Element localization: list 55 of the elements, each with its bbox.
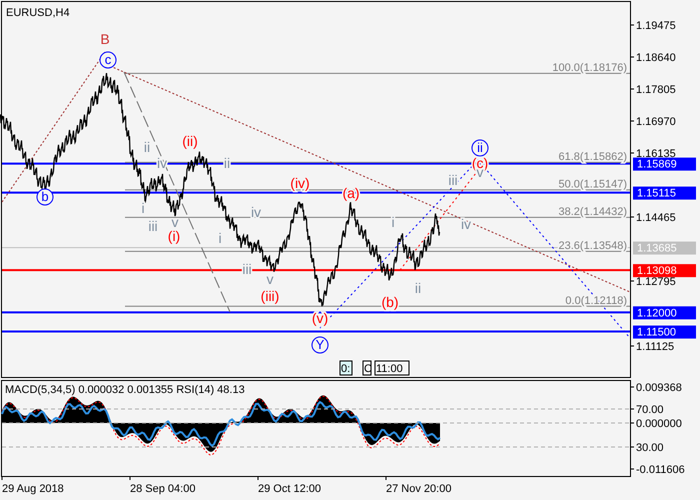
price-tag: 1.15115 xyxy=(633,186,696,200)
price-axis-label: 1.12795 xyxy=(636,276,676,288)
wave-label: (iv) xyxy=(290,175,310,191)
price-axis-label: 1.14465 xyxy=(636,212,676,224)
time-marker: 0: xyxy=(340,360,352,376)
price-axis-label: 1.18640 xyxy=(636,52,676,64)
time-axis-label: 27 Nov 20:00 xyxy=(386,483,452,495)
wave-label: (i) xyxy=(168,228,180,244)
wave-label: i xyxy=(391,214,395,230)
wave-label: (b) xyxy=(381,294,399,310)
wave-label: (v) xyxy=(312,310,328,326)
indicator-title: MACD(5,34,5) 0.000032 0.001355 RSI(14) 48.13 xyxy=(5,384,245,396)
time-axis-label: 29 Oct 12:00 xyxy=(258,483,321,495)
fibonacci-level-label: 38.2(1.14432) xyxy=(558,206,627,218)
time-axis-label: 29 Aug 2018 xyxy=(2,483,64,495)
price-axis-label: 1.16970 xyxy=(636,116,676,128)
price-axis-label: 1.19475 xyxy=(636,20,676,32)
price-tag: 1.13098 xyxy=(633,264,696,278)
wave-label: i xyxy=(141,200,145,216)
wave-label: ii xyxy=(472,140,488,156)
price-axis-label: 1.11125 xyxy=(636,341,674,353)
wave-label: c xyxy=(100,52,116,68)
indicator-axis-label: 30.00 xyxy=(636,442,664,454)
time-marker: 11:00 xyxy=(374,360,410,376)
indicator-axis-label: 70.00 xyxy=(636,404,664,416)
chart-title: EURUSD,H4 xyxy=(6,7,70,19)
wave-label: iii xyxy=(448,172,458,188)
price-tag: 1.13685 xyxy=(633,242,696,255)
wave-label: i xyxy=(218,230,222,246)
wave-label: v xyxy=(266,271,274,287)
fibonacci-level-label: 0.0(1.12118) xyxy=(565,294,627,307)
fibonacci-level-label: 100.0(1.18176) xyxy=(552,62,627,74)
fibonacci-level-label: 50.0(1.15147) xyxy=(558,178,627,190)
price-tag: 1.11500 xyxy=(633,326,696,339)
price-tag: 1.12000 xyxy=(633,306,696,320)
wave-label: Y xyxy=(312,336,328,354)
indicator-axis-label: 0.009368 xyxy=(636,382,682,394)
wave-label: iv xyxy=(460,216,472,232)
time-axis-label: 28 Sep 04:00 xyxy=(130,483,196,495)
wave-label: ii xyxy=(414,280,422,296)
wave-label: B xyxy=(100,31,110,47)
wave-label: v xyxy=(172,214,178,230)
wave-label: iv xyxy=(250,204,262,220)
indicator-axis-label: -0.011606 xyxy=(636,464,685,476)
wave-label: (iii) xyxy=(260,288,280,304)
fibonacci-level-label: 61.8(1.15862) xyxy=(558,150,627,163)
indicator-axis-label: 0.000000 xyxy=(636,418,682,430)
price-axis-label: 1.17805 xyxy=(636,84,676,96)
wave-label: iii xyxy=(148,218,158,234)
price-axis-label: 1.16135 xyxy=(636,148,676,160)
wave-label: b xyxy=(36,188,54,206)
wave-label: ii xyxy=(144,139,150,155)
fibonacci-level-label: 23.6(1.13548) xyxy=(558,240,627,252)
price-tag: 1.15869 xyxy=(633,158,696,171)
wave-label: (ii) xyxy=(182,133,198,149)
